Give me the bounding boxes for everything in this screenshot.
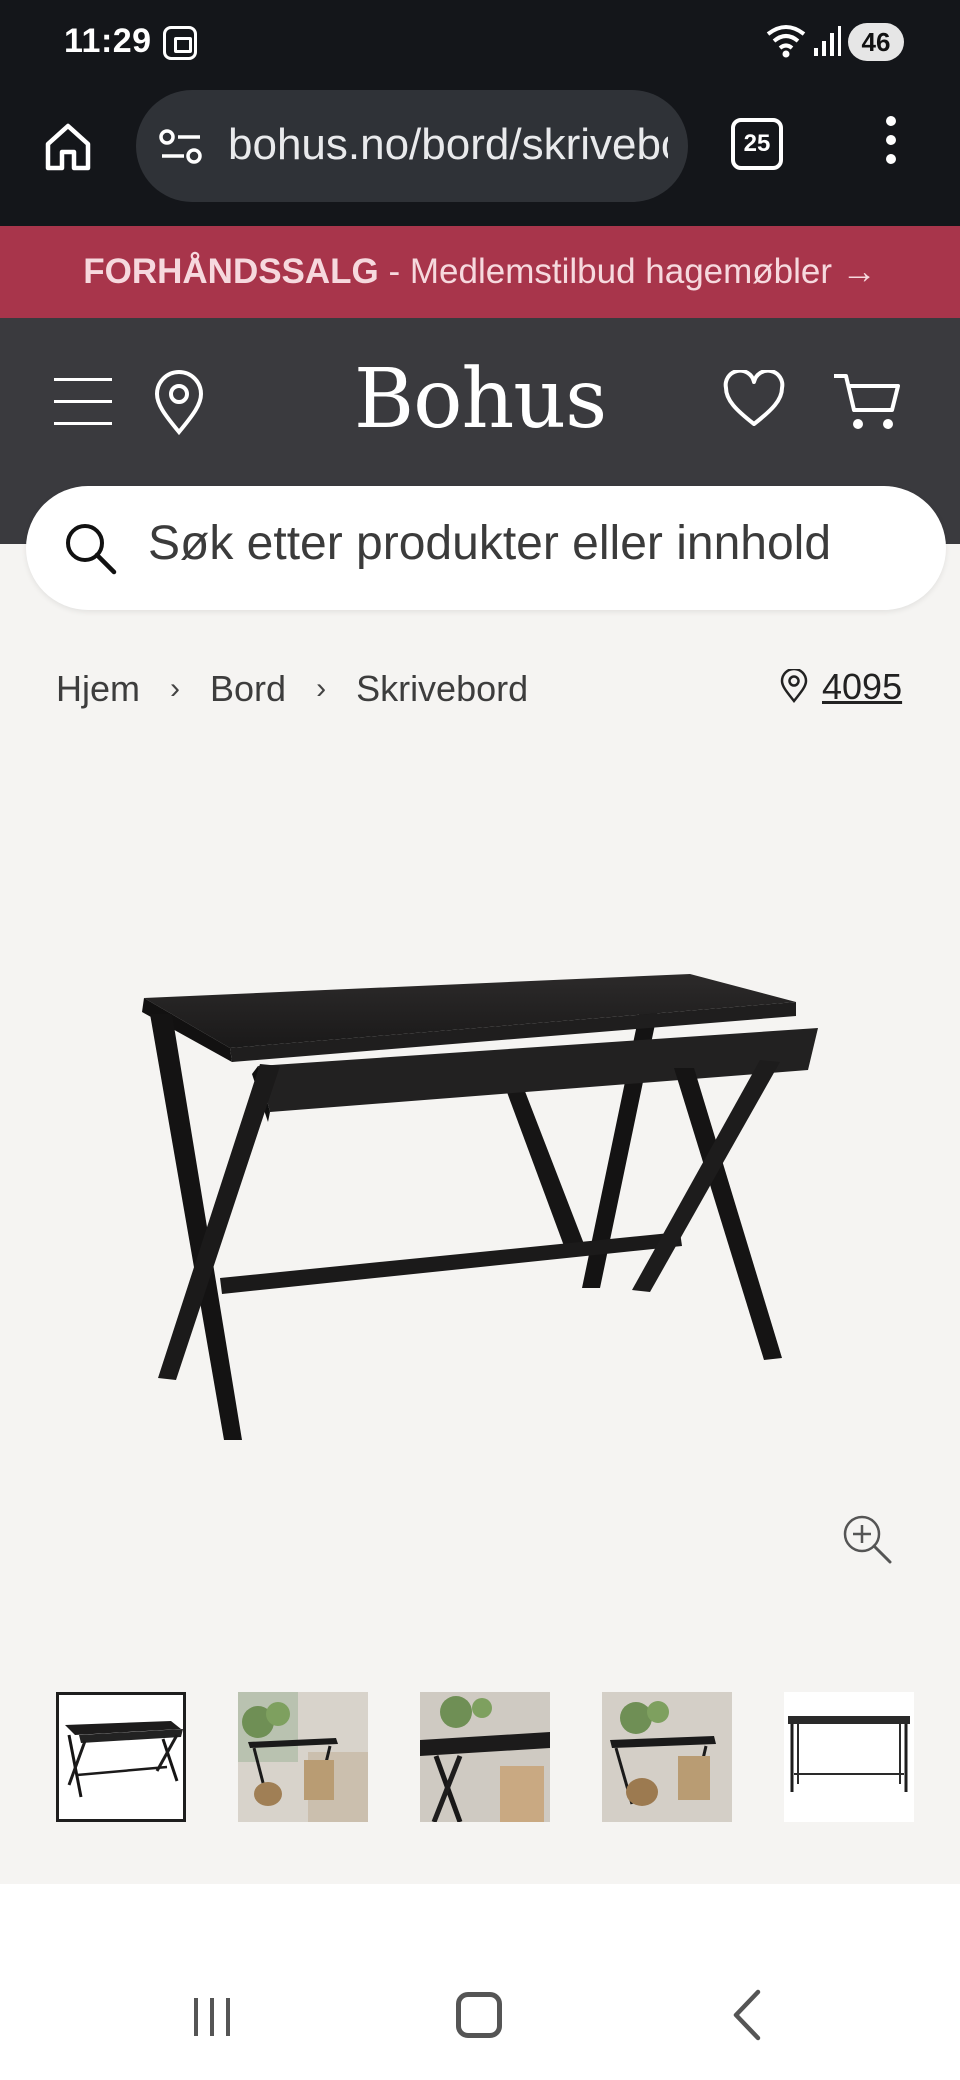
search-icon[interactable] [62, 520, 118, 576]
back-icon[interactable] [730, 1988, 764, 2042]
search-input[interactable]: Søk etter produkter eller innhold [148, 516, 854, 571]
address-bar[interactable]: bohus.no/bord/skrivebord [136, 90, 688, 202]
gallery-thumbnail-3[interactable] [420, 1692, 550, 1822]
search-bar[interactable]: Søk etter produkter eller innhold [26, 486, 946, 610]
breadcrumb-skrivebord[interactable]: Skrivebord [356, 668, 528, 709]
wifi-icon [766, 25, 806, 58]
breadcrumb-bord[interactable]: Bord [210, 668, 286, 709]
cart-icon[interactable] [832, 370, 902, 434]
browser-toolbar: bohus.no/bord/skrivebord 25 [0, 86, 960, 226]
hamburger-icon[interactable] [54, 378, 112, 426]
url-text[interactable]: bohus.no/bord/skrivebord [228, 120, 668, 170]
breadcrumb-separator: › [170, 672, 181, 705]
gallery-thumbnail-1[interactable] [56, 1692, 186, 1822]
promo-banner[interactable]: FORHÅNDSSALG - Medlemstilbud hagemøbler … [0, 226, 960, 318]
status-time: 11:29 [64, 22, 152, 60]
home-icon[interactable] [40, 118, 96, 174]
breadcrumb: Hjem › Bord › Skrivebord [56, 668, 528, 710]
more-vert-icon[interactable] [878, 116, 904, 172]
promo-bold-text: FORHÅNDSSALG [83, 252, 379, 291]
tune-icon[interactable] [158, 128, 204, 166]
system-navigation-bar [0, 1970, 960, 2080]
postal-code-link[interactable]: 4095 [822, 666, 902, 707]
promo-text: - Medlemstilbud hagemøbler → [378, 252, 877, 291]
location-pin-icon[interactable] [152, 370, 206, 436]
location-pin-icon [780, 669, 808, 703]
breadcrumb-home[interactable]: Hjem [56, 668, 140, 709]
product-image[interactable] [120, 950, 840, 1450]
gallery-thumbnail-5[interactable] [784, 1692, 914, 1822]
home-button-icon[interactable] [456, 1992, 502, 2038]
battery-indicator: 46 [848, 23, 904, 61]
zoom-in-icon[interactable] [842, 1514, 894, 1566]
image-gallery [56, 1692, 916, 1828]
bohus-logo[interactable]: Bohus [340, 352, 620, 447]
breadcrumb-separator: › [316, 672, 327, 705]
store-location[interactable]: 4095 [780, 666, 902, 708]
status-bar: 11:29 46 [0, 0, 960, 86]
tab-switcher-button[interactable]: 25 [731, 118, 783, 170]
recent-apps-icon[interactable] [190, 1994, 234, 2040]
gallery-thumbnail-4[interactable] [602, 1692, 732, 1822]
heart-icon[interactable] [722, 370, 786, 430]
signal-icon [814, 26, 841, 56]
screenshot-icon [163, 26, 197, 60]
gallery-thumbnail-2[interactable] [238, 1692, 368, 1822]
